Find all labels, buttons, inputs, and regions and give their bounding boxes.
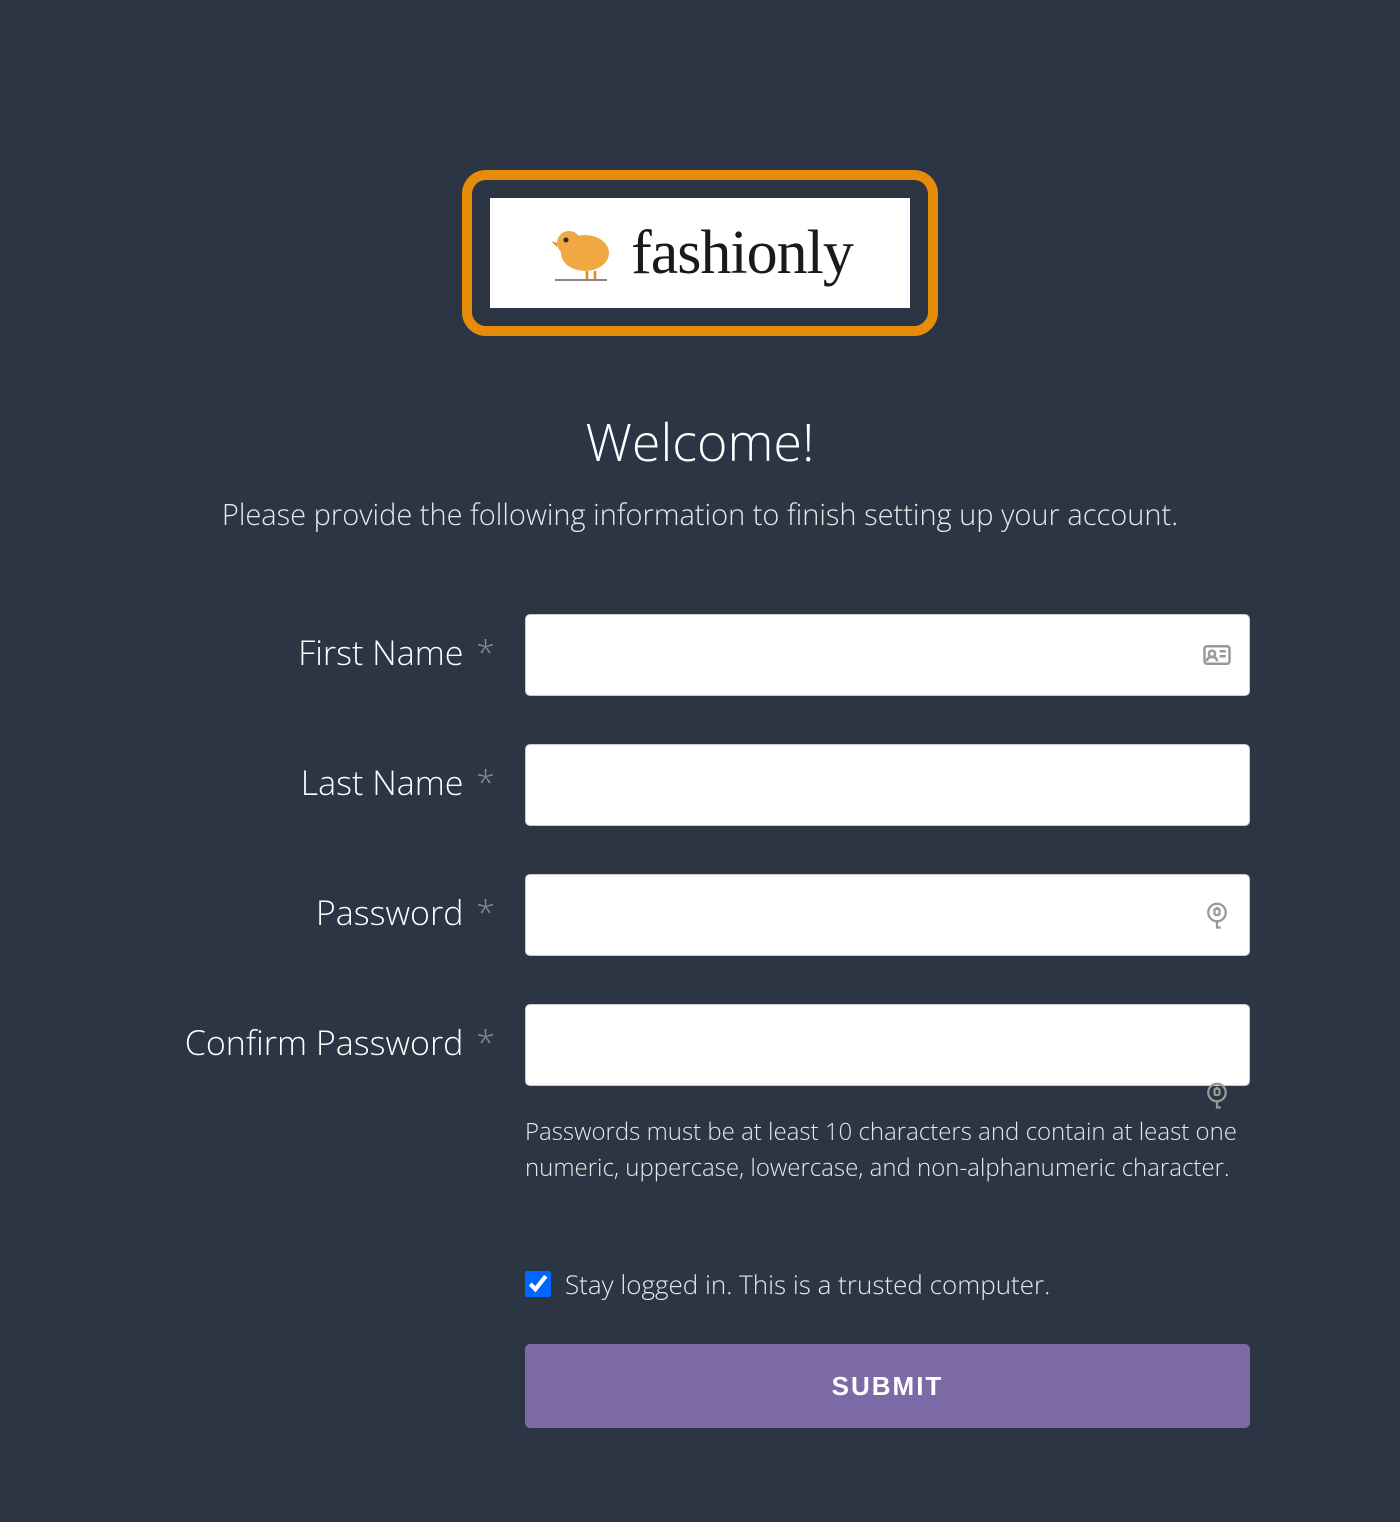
last-name-group: Last Name * — [150, 744, 1250, 826]
password-group: Password * — [150, 874, 1250, 956]
key-icon — [1202, 1080, 1232, 1110]
logo-highlight-box: fashionly — [462, 170, 938, 336]
logo-wrapper: fashionly — [150, 170, 1250, 336]
first-name-input[interactable] — [525, 614, 1250, 696]
last-name-input[interactable] — [525, 744, 1250, 826]
password-help-text: Passwords must be at least 10 characters… — [525, 1114, 1250, 1186]
confirm-password-label: Confirm Password * — [150, 1004, 525, 1065]
last-name-label: Last Name * — [150, 744, 525, 805]
welcome-section: Welcome! Please provide the following in… — [150, 406, 1250, 534]
submit-row: SUBMIT — [150, 1344, 1250, 1428]
password-label: Password * — [150, 874, 525, 935]
welcome-subtitle: Please provide the following information… — [150, 495, 1250, 534]
stay-logged-in-row: Stay logged in. This is a trusted comput… — [150, 1266, 1250, 1302]
first-name-group: First Name * — [150, 614, 1250, 696]
welcome-title: Welcome! — [150, 406, 1250, 477]
logo-text: fashionly — [631, 218, 853, 289]
signup-container: fashionly Welcome! Please provide the fo… — [150, 30, 1250, 1428]
stay-logged-in-label: Stay logged in. This is a trusted comput… — [565, 1266, 1050, 1302]
confirm-password-group: Confirm Password * Passwords must be at … — [150, 1004, 1250, 1186]
submit-button[interactable]: SUBMIT — [525, 1344, 1250, 1428]
bird-icon — [547, 223, 617, 283]
password-input[interactable] — [525, 874, 1250, 956]
confirm-password-input[interactable] — [525, 1004, 1250, 1086]
first-name-label: First Name * — [150, 614, 525, 675]
id-card-icon — [1202, 640, 1232, 670]
key-icon — [1202, 900, 1232, 930]
logo: fashionly — [490, 198, 910, 308]
stay-logged-in-checkbox[interactable] — [525, 1271, 551, 1297]
